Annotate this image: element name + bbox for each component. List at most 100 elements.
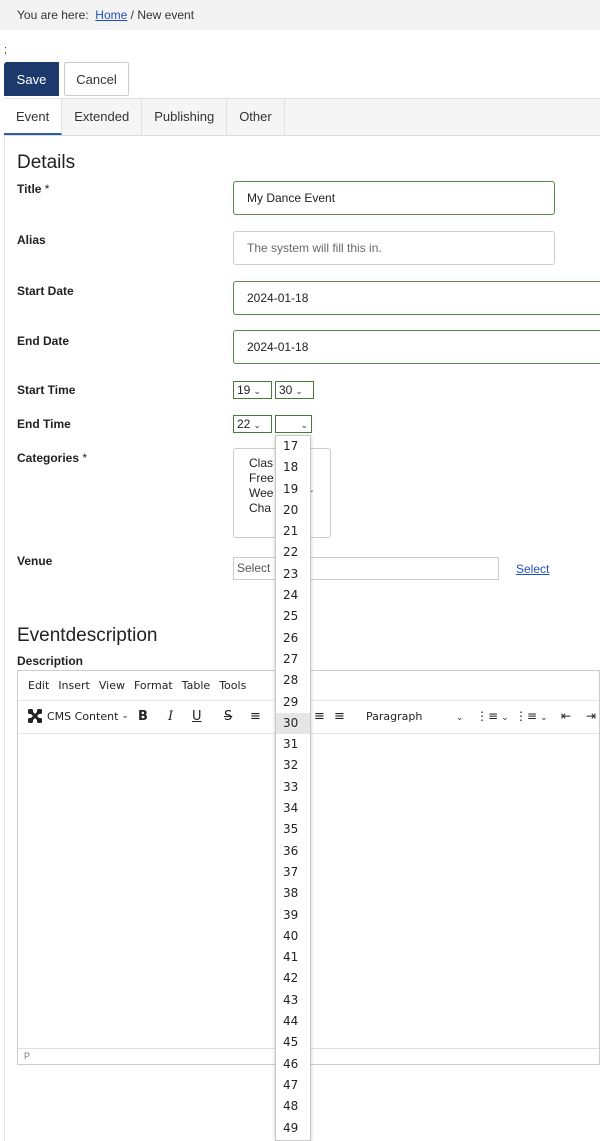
tab-other[interactable]: Other — [227, 99, 285, 135]
chevron-down-icon: ⌄ — [253, 420, 261, 430]
minute-option[interactable]: 41 — [276, 947, 310, 968]
minute-option[interactable]: 29 — [276, 692, 310, 713]
italic-button[interactable]: I — [168, 709, 173, 724]
paragraph-format-label: Paragraph — [366, 710, 423, 723]
eventdescription-section-title: Eventdescription — [17, 625, 158, 646]
alias-label: Alias — [17, 233, 46, 247]
end-minute-select[interactable]: ⌄ — [275, 415, 312, 433]
title-required-mark: * — [44, 182, 50, 196]
joomla-logo-icon — [28, 709, 42, 723]
chevron-down-icon: ⌄ — [455, 713, 464, 723]
underline-button[interactable]: U — [192, 709, 202, 724]
minute-option[interactable]: 28 — [276, 670, 310, 691]
numbered-list-icon[interactable]: ⋮≡ ⌄ — [515, 709, 548, 723]
categories-required-mark: * — [82, 451, 88, 465]
minute-option[interactable]: 49 — [276, 1118, 310, 1139]
minute-option[interactable]: 17 — [276, 436, 310, 457]
menu-table[interactable]: Table — [182, 679, 210, 692]
paragraph-format-select[interactable]: Paragraph ⌄ — [366, 710, 463, 723]
tab-event[interactable]: Event — [4, 99, 63, 135]
chevron-down-icon: ⌄ — [501, 713, 509, 723]
category-option-text: Wee — [249, 486, 274, 500]
minute-option[interactable]: 46 — [276, 1054, 310, 1075]
chevron-down-icon: ⌄ — [300, 420, 308, 430]
stray-text: ; — [4, 44, 8, 56]
cms-content-button[interactable]: CMS Content ⌄ — [26, 707, 129, 725]
description-label: Description — [17, 654, 84, 668]
save-button[interactable]: Save — [4, 62, 59, 96]
tab-extended[interactable]: Extended — [62, 99, 143, 135]
categories-label: Categories * — [17, 451, 87, 465]
minute-option[interactable]: 19 — [276, 479, 310, 500]
minute-option[interactable]: 39 — [276, 905, 310, 926]
minute-option[interactable]: 18 — [276, 457, 310, 478]
minute-option[interactable]: 47 — [276, 1075, 310, 1096]
align-right-icon[interactable]: ≡ — [314, 709, 325, 724]
end-time-label: End Time — [17, 417, 71, 431]
indent-icon[interactable]: ⇥ — [586, 709, 596, 723]
menu-format[interactable]: Format — [134, 679, 173, 692]
alias-input[interactable]: The system will fill this in. — [233, 231, 555, 265]
end-date-input[interactable]: 2024-01-18 — [233, 330, 600, 364]
bullet-list-icon[interactable]: ⋮≡ ⌄ — [476, 709, 509, 723]
minute-option[interactable]: 33 — [276, 777, 310, 798]
breadcrumb-home-link[interactable]: Home — [95, 8, 127, 22]
align-left-icon[interactable]: ≡ — [250, 709, 261, 724]
minute-option[interactable]: 48 — [276, 1096, 310, 1117]
chevron-down-icon: ⌄ — [253, 386, 261, 396]
breadcrumb-bar: You are here: Home / New event — [0, 0, 600, 30]
minute-option[interactable]: 31 — [276, 734, 310, 755]
strikethrough-button[interactable]: S — [224, 709, 232, 724]
minute-option[interactable]: 23 — [276, 564, 310, 585]
start-date-input[interactable]: 2024-01-18 — [233, 281, 600, 315]
minute-option[interactable]: 45 — [276, 1032, 310, 1053]
end-minute-dropdown-list: 17 18 19 20 21 22 23 24 25 26 27 28 29 30 31 32 33 34 35 36… — [275, 435, 311, 1141]
minute-option[interactable]: 38 — [276, 883, 310, 904]
minute-option[interactable]: 22 — [276, 542, 310, 563]
minute-option[interactable]: 40 — [276, 926, 310, 947]
menu-tools[interactable]: Tools — [219, 679, 246, 692]
breadcrumb: You are here: Home / New event — [17, 8, 194, 22]
minute-option[interactable]: 43 — [276, 990, 310, 1011]
start-hour-select[interactable]: 19 ⌄ — [233, 381, 272, 399]
end-date-label: End Date — [17, 334, 70, 348]
details-section-title: Details — [17, 152, 76, 173]
outdent-icon[interactable]: ⇤ — [561, 709, 571, 723]
end-hour-select[interactable]: 22 ⌄ — [233, 415, 272, 433]
minute-option[interactable]: 34 — [276, 798, 310, 819]
start-minute-select[interactable]: 30 ⌄ — [275, 381, 314, 399]
minute-option[interactable]: 27 — [276, 649, 310, 670]
align-justify-icon[interactable]: ≡ — [334, 709, 345, 724]
bold-button[interactable]: B — [138, 709, 148, 724]
minute-option[interactable]: 21 — [276, 521, 310, 542]
minute-option[interactable]: 30 — [276, 712, 310, 735]
start-minute-value: 30 — [279, 383, 293, 397]
venue-select-link[interactable]: Select — [516, 562, 549, 576]
menu-edit[interactable]: Edit — [28, 679, 49, 692]
venue-input[interactable]: Select — [233, 557, 499, 580]
categories-label-text: Categories — [17, 451, 80, 465]
minute-option[interactable]: 24 — [276, 585, 310, 606]
menu-insert[interactable]: Insert — [58, 679, 90, 692]
minute-option[interactable]: 32 — [276, 755, 310, 776]
minute-option[interactable]: 37 — [276, 862, 310, 883]
tab-publishing[interactable]: Publishing — [142, 99, 228, 135]
breadcrumb-prefix: You are here: — [17, 8, 89, 22]
minute-option[interactable]: 25 — [276, 606, 310, 627]
minute-option[interactable]: 35 — [276, 819, 310, 840]
minute-option[interactable]: 44 — [276, 1011, 310, 1032]
end-hour-value: 22 — [237, 417, 251, 431]
chevron-down-icon: ⌄ — [295, 386, 303, 396]
cms-content-label: CMS Content — [47, 709, 119, 723]
minute-option[interactable]: 42 — [276, 968, 310, 989]
menu-view[interactable]: View — [99, 679, 125, 692]
start-hour-value: 19 — [237, 383, 251, 397]
title-input[interactable]: My Dance Event — [233, 181, 555, 215]
minute-option[interactable]: 26 — [276, 628, 310, 649]
minute-option[interactable]: 36 — [276, 841, 310, 862]
minute-option[interactable]: 20 — [276, 500, 310, 521]
title-label: Title * — [17, 182, 49, 196]
title-label-text: Title — [17, 182, 42, 196]
cancel-button[interactable]: Cancel — [64, 62, 129, 96]
venue-label: Venue — [17, 554, 53, 568]
